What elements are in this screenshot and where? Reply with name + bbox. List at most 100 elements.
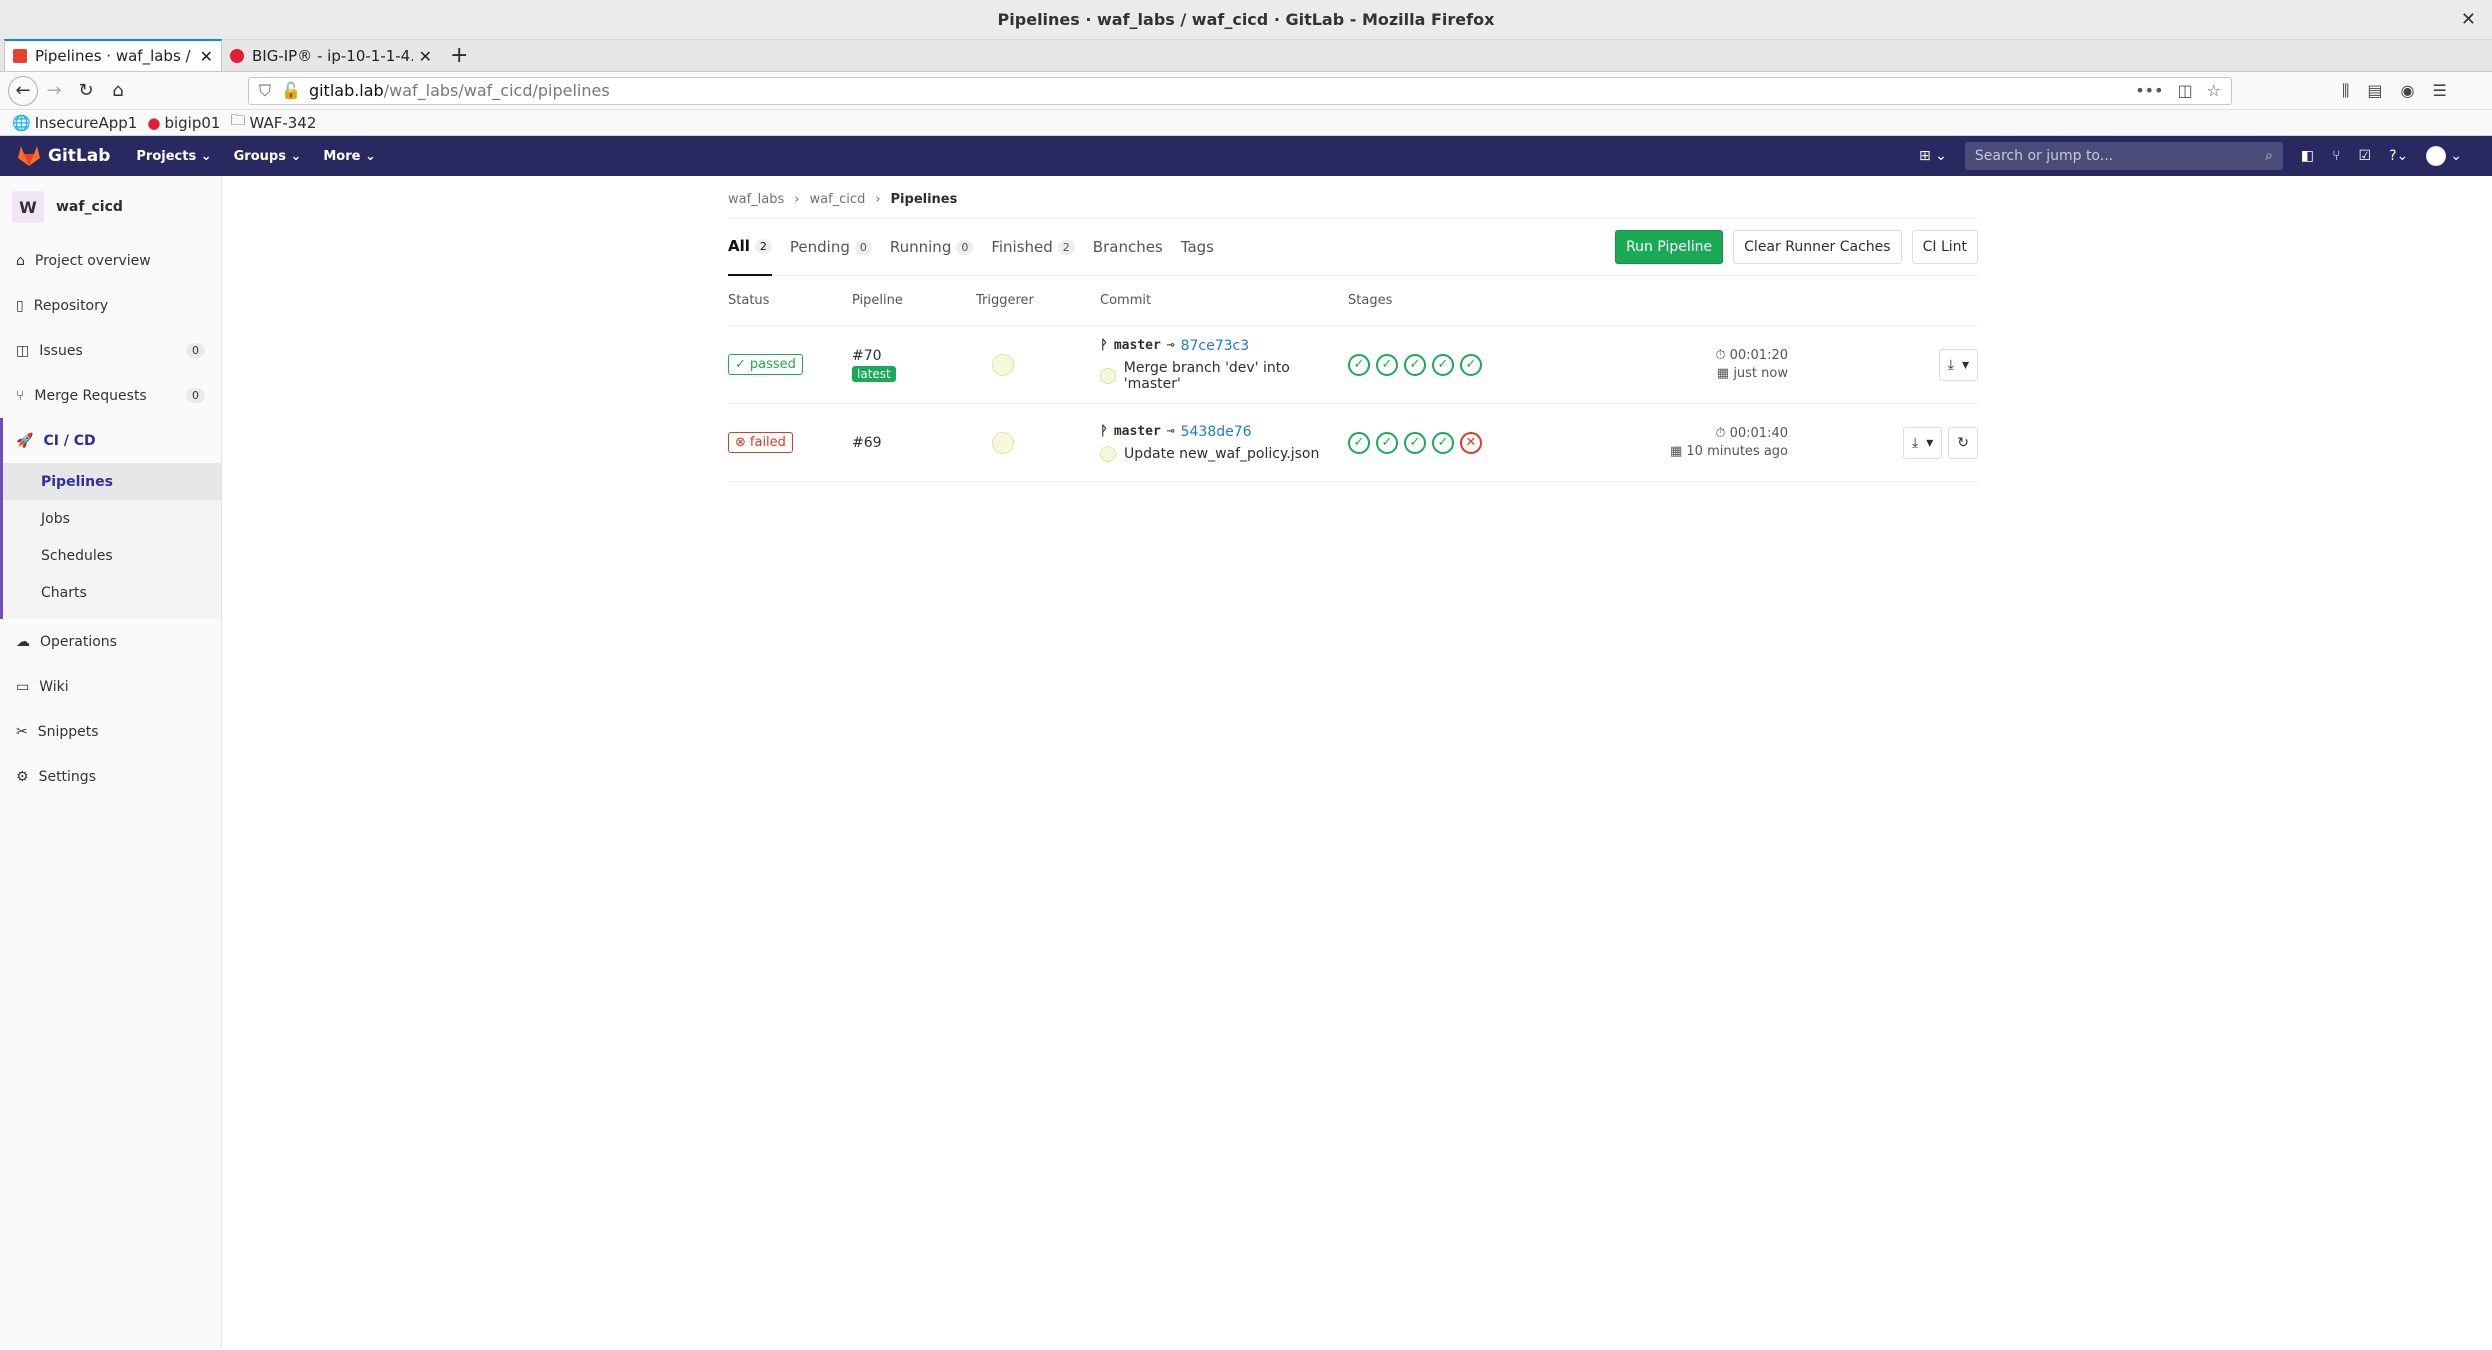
run-pipeline-button[interactable]: Run Pipeline: [1615, 230, 1724, 264]
sidebar-item-snippets[interactable]: ✂ Snippets: [0, 709, 221, 754]
library-icon[interactable]: ⫼: [2342, 81, 2349, 101]
stage-success-icon[interactable]: ✓: [1348, 353, 1370, 376]
pipeline-id-link[interactable]: #69: [852, 435, 976, 451]
shield-icon: ⛉: [259, 80, 272, 100]
download-artifacts-button[interactable]: ⤓ ▾: [1903, 426, 1943, 459]
sidebar-item-wiki[interactable]: ▭ Wiki: [0, 664, 221, 709]
tab-running[interactable]: Running 0: [890, 218, 974, 276]
url-path: /waf_labs/waf_cicd/pipelines: [383, 81, 610, 100]
nav-groups[interactable]: Groups ⌄: [234, 149, 302, 164]
commit-message-link[interactable]: Update new_waf_policy.json: [1124, 446, 1319, 462]
new-tab-icon[interactable]: +: [440, 41, 478, 71]
nav-more[interactable]: More ⌄: [323, 149, 376, 164]
f5-icon: ●: [147, 113, 161, 132]
commit-message-link[interactable]: Merge branch 'dev' into 'master': [1124, 360, 1348, 392]
download-artifacts-button[interactable]: ⤓ ▾: [1938, 348, 1978, 381]
stage-success-icon[interactable]: ✓: [1348, 431, 1370, 454]
sidebar-item-cicd[interactable]: 🚀 CI / CD: [0, 418, 221, 463]
branch-link[interactable]: master: [1114, 424, 1161, 439]
pipeline-id-link[interactable]: #70: [852, 348, 976, 364]
author-avatar: [1100, 445, 1116, 462]
issues-count: 0: [186, 343, 205, 358]
nav-projects[interactable]: Projects ⌄: [136, 149, 211, 164]
browser-tab-bigip[interactable]: BIG-IP® - ip-10-1-1-4. ✕: [222, 41, 440, 71]
issues-icon[interactable]: ☑: [2359, 148, 2372, 164]
branch-icon: ᚹ: [1100, 338, 1108, 353]
forward-icon[interactable]: →: [38, 75, 70, 107]
sidebar-item-project-overview[interactable]: ⌂ Project overview: [0, 238, 221, 283]
window-close-icon[interactable]: ✕: [2461, 0, 2476, 40]
author-avatar: [1100, 367, 1116, 384]
stage-success-icon[interactable]: ✓: [1460, 353, 1482, 376]
breadcrumb-waf-labs[interactable]: waf_labs: [728, 192, 784, 218]
bookmark-star-icon[interactable]: ☆: [2207, 81, 2221, 100]
breadcrumb-waf-cicd[interactable]: waf_cicd: [809, 192, 865, 218]
todo-sidebar-icon[interactable]: ◧: [2301, 148, 2314, 164]
sidebar-subitem-jobs[interactable]: Jobs: [3, 500, 221, 537]
stage-success-icon[interactable]: ✓: [1432, 353, 1454, 376]
tab-all[interactable]: All 2: [728, 218, 772, 276]
check-circle-icon: ✓: [735, 357, 746, 372]
tab-finished[interactable]: Finished 2: [991, 218, 1075, 276]
merge-requests-icon[interactable]: ⑂: [2332, 148, 2340, 164]
book-icon: ▯: [16, 297, 24, 314]
tab-close-icon[interactable]: ✕: [419, 47, 432, 66]
rocket-icon: 🚀: [16, 432, 34, 449]
reload-icon[interactable]: ↻: [70, 75, 102, 107]
tab-close-icon[interactable]: ✕: [200, 47, 213, 66]
sidebar-item-settings[interactable]: ⚙ Settings: [0, 754, 221, 799]
commit-sha-link[interactable]: 5438de76: [1181, 424, 1252, 440]
bookmark-folder-waf-342[interactable]: 🗀 WAF-342: [230, 110, 316, 135]
sidebar-item-repository[interactable]: ▯ Repository: [0, 283, 221, 328]
gitlab-logo[interactable]: GitLab: [18, 146, 110, 166]
search-icon: ⌕: [2265, 148, 2273, 164]
clock-icon: ⏱: [1715, 348, 1726, 363]
tab-pending[interactable]: Pending 0: [790, 218, 872, 276]
clock-icon: ⏱: [1715, 426, 1726, 441]
status-badge[interactable]: ⊗ failed: [728, 432, 793, 453]
page-actions-icon[interactable]: •••: [2135, 81, 2163, 100]
bookmark-bigip01[interactable]: ● bigip01: [147, 114, 220, 132]
home-icon[interactable]: ⌂: [102, 75, 134, 107]
stage-success-icon[interactable]: ✓: [1404, 353, 1426, 376]
back-icon[interactable]: ←: [8, 75, 38, 106]
account-icon[interactable]: ◉: [2401, 81, 2415, 101]
insecure-lock-icon: 🔓: [281, 81, 301, 100]
status-badge[interactable]: ✓ passed: [728, 354, 803, 375]
bookmark-insecureapp1[interactable]: 🌐 InsecureApp1: [12, 114, 137, 132]
pocket-icon[interactable]: ◫: [2178, 81, 2193, 100]
search-input[interactable]: Search or jump to... ⌕: [1964, 142, 2283, 170]
sidebar-item-issues[interactable]: ◫ Issues 0: [0, 328, 221, 373]
tab-tags[interactable]: Tags: [1181, 218, 1214, 276]
stage-success-icon[interactable]: ✓: [1376, 353, 1398, 376]
sidebar-item-operations[interactable]: ☁ Operations: [0, 619, 221, 664]
project-header[interactable]: W waf_cicd: [0, 176, 221, 238]
tab-branches[interactable]: Branches: [1093, 218, 1163, 276]
sidebar-subitem-schedules[interactable]: Schedules: [3, 537, 221, 574]
triggerer-avatar[interactable]: [992, 353, 1014, 376]
new-item-icon[interactable]: ⊞ ⌄: [1919, 148, 1947, 164]
finished-time: 10 minutes ago: [1686, 444, 1788, 459]
user-menu[interactable]: ⌄: [2426, 146, 2462, 166]
retry-icon: ↻: [1957, 434, 1969, 451]
sidebar-subitem-pipelines[interactable]: Pipelines: [3, 463, 221, 500]
sidebar-subitem-charts[interactable]: Charts: [3, 574, 221, 611]
stage-success-icon[interactable]: ✓: [1404, 431, 1426, 454]
menu-icon[interactable]: ☰: [2432, 81, 2446, 101]
commit-sha-link[interactable]: 87ce73c3: [1181, 338, 1250, 354]
sidebar-toggle-icon[interactable]: ▤: [2367, 81, 2382, 101]
triggerer-avatar[interactable]: [992, 431, 1014, 454]
stage-failed-icon[interactable]: ✕: [1460, 431, 1482, 454]
retry-button[interactable]: ↻: [1948, 426, 1978, 459]
breadcrumb-pipelines[interactable]: Pipelines: [891, 192, 958, 218]
clear-runner-caches-button[interactable]: Clear Runner Caches: [1733, 230, 1902, 264]
ci-lint-button[interactable]: CI Lint: [1911, 230, 1978, 264]
help-icon[interactable]: ?⌄: [2389, 148, 2408, 164]
sidebar-item-merge-requests[interactable]: ⑂ Merge Requests 0: [0, 373, 221, 418]
browser-navbar: ← → ↻ ⌂ ⛉ 🔓 gitlab.lab/waf_labs/waf_cicd…: [0, 72, 2492, 110]
branch-link[interactable]: master: [1114, 338, 1161, 353]
stage-success-icon[interactable]: ✓: [1376, 431, 1398, 454]
url-bar[interactable]: ⛉ 🔓 gitlab.lab/waf_labs/waf_cicd/pipelin…: [248, 76, 2232, 105]
browser-tab-pipelines[interactable]: Pipelines · waf_labs / w ✕: [4, 39, 222, 71]
stage-success-icon[interactable]: ✓: [1432, 431, 1454, 454]
